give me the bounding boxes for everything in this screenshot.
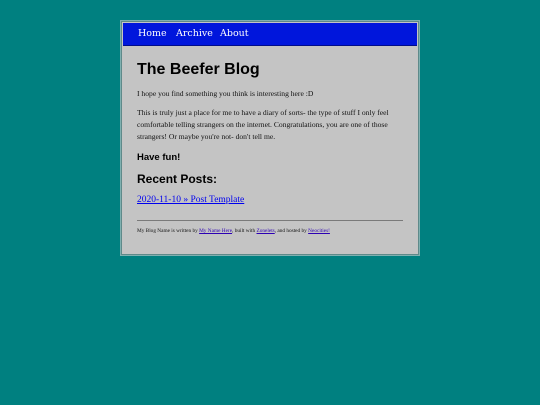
have-fun-text: Have fun! [137, 152, 181, 163]
nav-home-link[interactable]: Home [138, 28, 167, 39]
footer-divider [137, 220, 403, 221]
footer-neocities-link[interactable]: Neocities! [308, 228, 330, 234]
nav-archive-link[interactable]: Archive [176, 28, 213, 39]
page-title: The Beefer Blog [137, 61, 260, 78]
footer-author-link[interactable]: My Name Here [199, 228, 232, 234]
nav-about-link[interactable]: About [220, 28, 249, 39]
intro-text: I hope you find something you think is i… [137, 89, 314, 98]
footer-text-3: , and hosted by [274, 228, 309, 234]
recent-posts-heading: Recent Posts: [137, 172, 218, 186]
main-content: The Beefer Blog I hope you find somethin… [137, 46, 405, 235]
footer: My Blog Name is written by My Name Here,… [137, 227, 405, 235]
description-text: This is truly just a place for me to hav… [137, 108, 389, 141]
footer-text-1: My Blog Name is written by [137, 228, 200, 234]
top-nav: Home Archive About [123, 23, 417, 46]
footer-zonelets-link[interactable]: Zonelets [256, 228, 274, 234]
blog-container: Home Archive About The Beefer Blog I hop… [121, 21, 419, 255]
recent-post-link[interactable]: 2020-11-10 » Post Template [137, 194, 405, 206]
footer-text-2: , built with [232, 228, 257, 234]
